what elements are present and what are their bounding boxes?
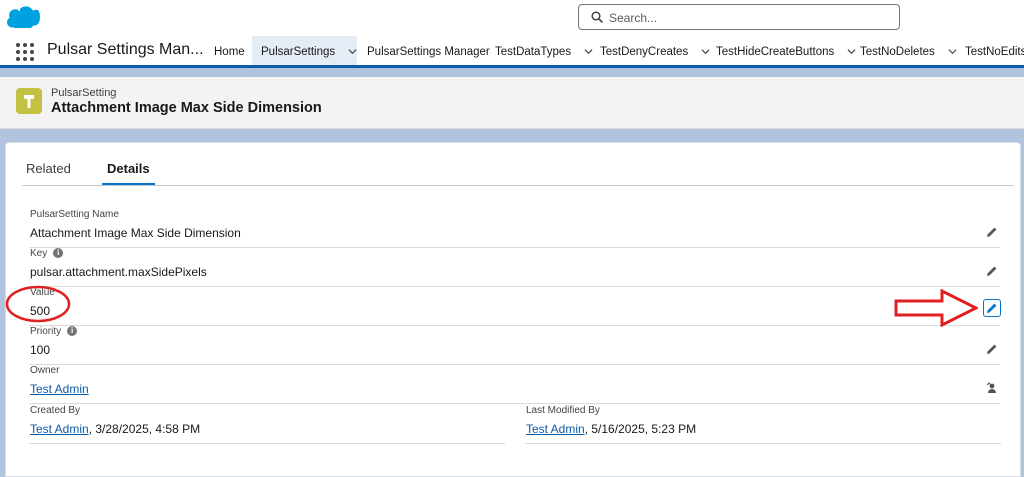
- nav-item-pulsarsettings[interactable]: PulsarSettings: [252, 36, 357, 68]
- owner-link[interactable]: Test Admin: [30, 382, 89, 396]
- nav-item-testdatatypes[interactable]: TestDataTypes: [495, 36, 593, 65]
- tab-related[interactable]: Related: [26, 154, 71, 185]
- field-created-by: Created By Test Admin, 3/28/2025, 4:58 P…: [29, 405, 505, 444]
- chevron-down-icon[interactable]: [348, 47, 357, 56]
- field-label-text: Key: [30, 248, 48, 259]
- nav-item-testnodeletes[interactable]: TestNoDeletes: [860, 36, 957, 65]
- info-icon[interactable]: i: [67, 326, 78, 337]
- nav-item-testnoedits[interactable]: TestNoEdits: [965, 36, 1024, 65]
- field-label: Last Modified By: [526, 405, 600, 416]
- nav-item-label: TestHideCreateButtons: [716, 46, 835, 58]
- field-value-setting: Value 500: [29, 287, 1001, 326]
- field-label: Value: [30, 287, 55, 298]
- record-title: Attachment Image Max Side Dimension: [51, 100, 322, 116]
- pencil-icon[interactable]: [986, 265, 998, 277]
- chevron-down-icon[interactable]: [701, 47, 710, 56]
- info-icon[interactable]: i: [53, 248, 64, 259]
- field-label: Owner: [30, 365, 60, 376]
- nav-item-testdenycreates[interactable]: TestDenyCreates: [600, 36, 710, 65]
- chevron-down-icon[interactable]: [847, 47, 856, 56]
- nav-item-pulsarsettings-manager[interactable]: PulsarSettings Manager: [367, 36, 490, 65]
- record-header: PulsarSetting Attachment Image Max Side …: [0, 77, 1024, 129]
- record-type-label: PulsarSetting: [51, 87, 117, 99]
- field-label-text: Priority: [30, 326, 62, 337]
- field-priority: Priority i 100: [29, 326, 1000, 365]
- change-owner-icon[interactable]: [986, 382, 998, 394]
- field-value: Test Admin, 3/28/2025, 4:58 PM: [30, 422, 200, 436]
- field-value: Test Admin, 5/16/2025, 5:23 PM: [526, 422, 696, 436]
- field-value: 100: [30, 343, 51, 357]
- field-label: PulsarSetting Name: [30, 209, 119, 220]
- nav-item-label: Home: [214, 46, 245, 58]
- navigation-bar: Pulsar Settings Man... Home PulsarSettin…: [0, 36, 1024, 68]
- nav-item-label: PulsarSettings Manager: [367, 46, 490, 58]
- modified-date: , 5/16/2025, 5:23 PM: [584, 422, 697, 436]
- pencil-icon[interactable]: [986, 226, 998, 238]
- nav-item-label: TestNoEdits: [965, 46, 1024, 58]
- nav-item-label: TestDataTypes: [495, 46, 572, 58]
- field-value: Attachment Image Max Side Dimension: [30, 226, 241, 240]
- hammer-icon: [16, 88, 42, 114]
- field-pulsarsetting-name: PulsarSetting Name Attachment Image Max …: [29, 209, 1000, 248]
- nav-item-home[interactable]: Home: [214, 36, 245, 65]
- field-value: 500: [30, 304, 51, 318]
- field-owner: Owner Test Admin: [29, 365, 1000, 404]
- nav-item-label: TestNoDeletes: [860, 46, 935, 58]
- field-value: Test Admin: [30, 382, 89, 396]
- nav-item-label: TestDenyCreates: [600, 46, 689, 58]
- tab-details[interactable]: Details: [102, 154, 155, 185]
- chevron-down-icon[interactable]: [584, 47, 593, 56]
- global-search-box[interactable]: [578, 4, 900, 30]
- salesforce-cloud-icon[interactable]: [6, 6, 40, 28]
- field-value: pulsar.attachment.maxSidePixels: [30, 265, 207, 279]
- app-launcher-icon[interactable]: [16, 43, 34, 61]
- modified-by-user-link[interactable]: Test Admin: [526, 422, 585, 436]
- search-icon: [591, 11, 603, 23]
- field-label: Created By: [30, 405, 81, 416]
- pencil-icon[interactable]: [983, 299, 1001, 317]
- pencil-icon[interactable]: [986, 343, 998, 355]
- created-by-user-link[interactable]: Test Admin: [30, 422, 89, 436]
- field-key: Key i pulsar.attachment.maxSidePixels: [29, 248, 1000, 287]
- field-label: Priority i: [30, 326, 78, 337]
- nav-item-label: PulsarSettings: [261, 46, 336, 58]
- search-input[interactable]: [609, 9, 889, 26]
- nav-item-testhidecreatebuttons[interactable]: TestHideCreateButtons: [716, 36, 856, 65]
- global-header: [0, 0, 1024, 36]
- record-tabs: Related Details: [22, 154, 1014, 186]
- field-last-modified-by: Last Modified By Test Admin, 5/16/2025, …: [525, 405, 1001, 444]
- created-date: , 3/28/2025, 4:58 PM: [88, 422, 201, 436]
- record-detail-card: Related Details PulsarSetting Name Attac…: [5, 142, 1021, 477]
- field-label: Key i: [30, 248, 64, 259]
- chevron-down-icon[interactable]: [948, 47, 957, 56]
- app-name: Pulsar Settings Man...: [47, 41, 204, 58]
